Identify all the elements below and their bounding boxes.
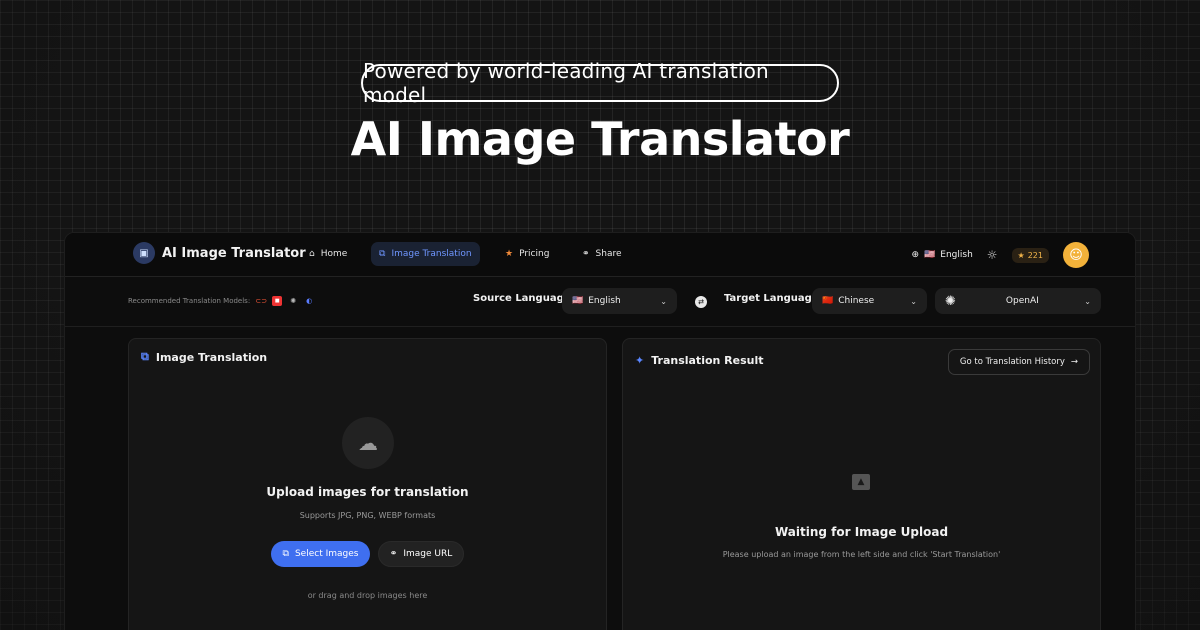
source-flag: 🇺🇸 <box>572 296 584 306</box>
link-icon: ⚭ <box>582 249 590 259</box>
upload-formats: Supports JPG, PNG, WEBP formats <box>299 511 436 520</box>
translation-history-button[interactable]: Go to Translation History → <box>947 349 1090 375</box>
credits-star-icon: ★ <box>1017 250 1025 260</box>
image-url-button[interactable]: ⚭ Image URL <box>378 541 464 567</box>
language-switcher[interactable]: ⊕ 🇺🇸 English <box>912 250 973 260</box>
target-language-label: Target Language: <box>724 293 823 304</box>
select-images-label: Select Images <box>294 549 359 559</box>
target-flag: 🇨🇳 <box>822 296 834 306</box>
brand[interactable]: ▣ AI Image Translator <box>133 242 306 264</box>
nav-home-label: Home <box>320 249 348 259</box>
source-language-label: Source Language: <box>473 293 575 304</box>
panel-title: ⧉ Image Translation <box>141 350 267 364</box>
link-icon: ⚭ <box>389 549 398 559</box>
image-placeholder-icon: ▲ <box>852 474 870 490</box>
chevron-down-icon: ⌄ <box>910 296 917 306</box>
model-value: OpenAI <box>1005 296 1039 306</box>
recommended-models: Recommended Translation Models: ⊂⊃ ■ ✺ ◐ <box>128 296 314 306</box>
translation-result-panel: ✦ Translation Result Go to Translation H… <box>622 338 1101 630</box>
chevron-down-icon: ⌄ <box>660 296 667 306</box>
theme-toggle-sun-icon[interactable]: ☼ <box>987 248 998 262</box>
image-translation-panel: ⧉ Image Translation ☁ Upload images for … <box>128 338 607 630</box>
source-language-select[interactable]: 🇺🇸 English ⌄ <box>562 288 677 314</box>
home-icon: ⌂ <box>309 249 315 259</box>
source-language-value: English <box>588 296 621 306</box>
arrow-right-icon: → <box>1070 357 1078 367</box>
brand-logo-icon: ▣ <box>133 242 155 264</box>
toolbar: Recommended Translation Models: ⊂⊃ ■ ✺ ◐… <box>65 277 1135 327</box>
upload-cloud-icon[interactable]: ☁ <box>342 417 394 469</box>
target-language-value: Chinese <box>838 296 875 306</box>
hero-title: AI Image Translator <box>350 112 850 166</box>
waiting-subtitle: Please upload an image from the left sid… <box>722 550 1001 559</box>
image-translation-title: Image Translation <box>155 350 268 364</box>
target-language-select[interactable]: 🇨🇳 Chinese ⌄ <box>812 288 927 314</box>
nav-share-label: Share <box>595 249 622 259</box>
nav-image-translation[interactable]: ⧉ Image Translation <box>371 242 480 266</box>
brand-name: AI Image Translator <box>162 245 306 261</box>
deepseek-model-icon[interactable]: ◐ <box>304 296 314 306</box>
images-icon: ⧉ <box>282 549 289 559</box>
translate-icon: ⧉ <box>141 350 149 363</box>
nav-home[interactable]: ⌂ Home <box>301 242 355 266</box>
edit-image-icon: ⧉ <box>379 249 386 259</box>
navbar: ▣ AI Image Translator ⌂ Home ⧉ Image Tra… <box>65 233 1135 277</box>
alibaba-model-icon[interactable]: ⊂⊃ <box>255 296 267 306</box>
navbar-right: ⊕ 🇺🇸 English ☼ ★ 221 ☺ <box>912 242 1089 268</box>
nav-pricing-label: Pricing <box>519 249 550 259</box>
translation-result-title: Translation Result <box>651 354 764 367</box>
chevron-down-icon: ⌄ <box>1084 296 1091 306</box>
credits-badge[interactable]: ★ 221 <box>1011 247 1049 263</box>
star-icon: ★ <box>505 249 514 259</box>
history-button-label: Go to Translation History <box>959 357 1065 367</box>
select-images-button[interactable]: ⧉ Select Images <box>271 541 370 567</box>
waiting-title: Waiting for Image Upload <box>774 525 949 539</box>
image-url-label: Image URL <box>403 549 453 559</box>
language-label: English <box>940 250 973 260</box>
credits-count: 221 <box>1027 250 1043 260</box>
sparkles-icon: ✦ <box>635 354 645 367</box>
recommended-label: Recommended Translation Models: <box>128 297 251 305</box>
tagline-text: Powered by world-leading AI translation … <box>363 59 769 107</box>
globe-icon: ⊕ <box>911 250 920 260</box>
nav-pricing[interactable]: ★ Pricing <box>497 242 557 266</box>
language-flag: 🇺🇸 <box>924 250 936 260</box>
drag-drop-hint: or drag and drop images here <box>307 591 428 600</box>
nav-share[interactable]: ⚭ Share <box>574 242 630 266</box>
openai-logo-icon: ✺ <box>945 293 956 309</box>
panel-title: ✦ Translation Result <box>635 354 764 367</box>
swap-languages-icon[interactable]: ⇄ <box>695 296 707 308</box>
model-select[interactable]: ✺ OpenAI ⌄ <box>935 288 1101 314</box>
deepl-model-icon[interactable]: ■ <box>272 296 283 306</box>
app-window: ▣ AI Image Translator ⌂ Home ⧉ Image Tra… <box>64 232 1136 630</box>
nav-image-translation-label: Image Translation <box>391 249 472 259</box>
tagline-pill: Powered by world-leading AI translation … <box>361 59 839 107</box>
openai-model-icon[interactable]: ✺ <box>288 296 298 306</box>
upload-title: Upload images for translation <box>266 485 469 499</box>
avatar[interactable]: ☺ <box>1063 242 1089 268</box>
